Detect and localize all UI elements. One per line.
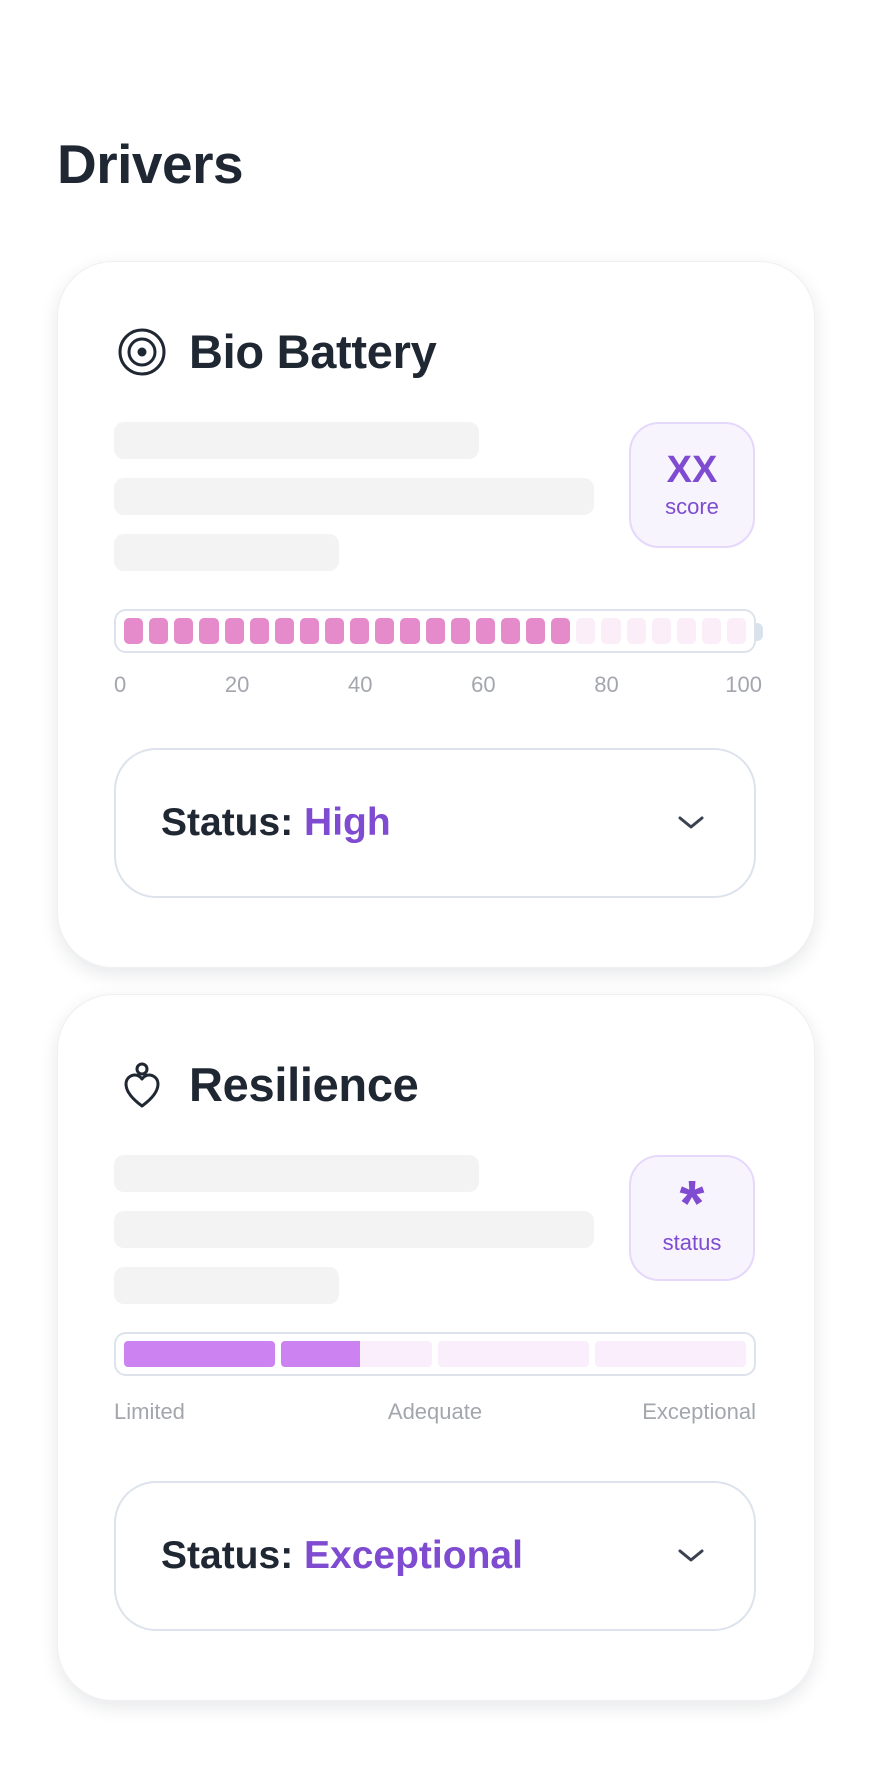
battery-tick [676,618,696,644]
skeleton-line [114,1155,479,1192]
scale-label-exceptional: Exceptional [642,1399,756,1424]
axis-tick: 40 [347,672,373,697]
battery-tick [601,618,621,644]
bio-battery-card: Bio Battery XX score 0 20 40 60 80 100 S… [57,261,815,968]
score-value: XX [666,449,718,491]
resilience-segment [438,1341,589,1367]
axis-tick: 100 [725,672,762,697]
battery-tick [450,618,470,644]
resilience-segment [595,1341,746,1367]
battery-tick [526,618,546,644]
bio-battery-status-dropdown[interactable]: Status: High [114,748,756,898]
battery-tick [249,618,269,644]
score-chip: XX score [629,422,755,548]
battery-tick [124,618,144,644]
chevron-down-icon [673,805,709,841]
skeleton-line [114,422,479,459]
battery-tick [475,618,495,644]
scale-label-adequate: Adequate [387,1399,483,1424]
status-prefix: Status: [161,1534,294,1577]
skeleton-line [114,1267,339,1304]
battery-tick [224,618,244,644]
bio-battery-level-bar [114,609,763,653]
battery-tick [626,618,646,644]
battery-tick [425,618,445,644]
drivers-page: Drivers Bio Battery XX score 0 20 40 60 … [0,0,874,1776]
battery-tick [400,618,420,644]
resilience-header: Resilience [115,1057,419,1112]
battery-tick [651,618,671,644]
page-title: Drivers [57,133,244,195]
resilience-title: Resilience [189,1058,419,1111]
chevron-down-icon [673,1538,709,1574]
resilience-level-bar [114,1332,756,1376]
heart-drop-icon [115,1058,169,1112]
skeleton-line [114,1211,594,1248]
status-text: Status: High [161,801,391,845]
resilience-scale-labels: Limited Adequate Exceptional [114,1399,756,1429]
axis-tick: 0 [114,672,127,697]
skeleton-line [114,478,594,515]
battery-tick [350,618,370,644]
status-chip: * status [629,1155,755,1281]
status-chip-label: status [662,1230,722,1255]
battery-tick [149,618,169,644]
axis-tick: 80 [594,672,619,697]
battery-cap [755,623,763,641]
skeleton-line [114,534,339,571]
battery-tick [727,618,747,644]
bio-battery-title: Bio Battery [189,325,437,378]
target-icon [115,325,169,379]
status-text: Status: Exceptional [161,1534,523,1578]
battery-tick [551,618,571,644]
status-value: Exceptional [304,1534,523,1577]
battery-tick [299,618,319,644]
resilience-card: Resilience * status Limited Adequate Exc… [57,994,815,1701]
status-value: High [304,801,391,844]
axis-tick: 20 [224,672,250,697]
battery-tick [174,618,194,644]
resilience-segment-fill [281,1341,360,1367]
status-prefix: Status: [161,801,294,844]
battery-tick [701,618,721,644]
battery-tick [199,618,219,644]
battery-tick [500,618,520,644]
bio-battery-axis: 0 20 40 60 80 100 [114,672,762,702]
scale-label-limited: Limited [114,1399,185,1424]
battery-tick [325,618,345,644]
resilience-segment [124,1341,275,1367]
asterisk-icon: * [679,1167,705,1239]
battery-tick [576,618,596,644]
bio-battery-header: Bio Battery [115,324,437,379]
axis-tick: 60 [471,672,496,697]
resilience-status-dropdown[interactable]: Status: Exceptional [114,1481,756,1631]
resilience-segment [281,1341,432,1367]
score-label: score [665,494,719,519]
battery-tick [274,618,294,644]
battery-tick [375,618,395,644]
